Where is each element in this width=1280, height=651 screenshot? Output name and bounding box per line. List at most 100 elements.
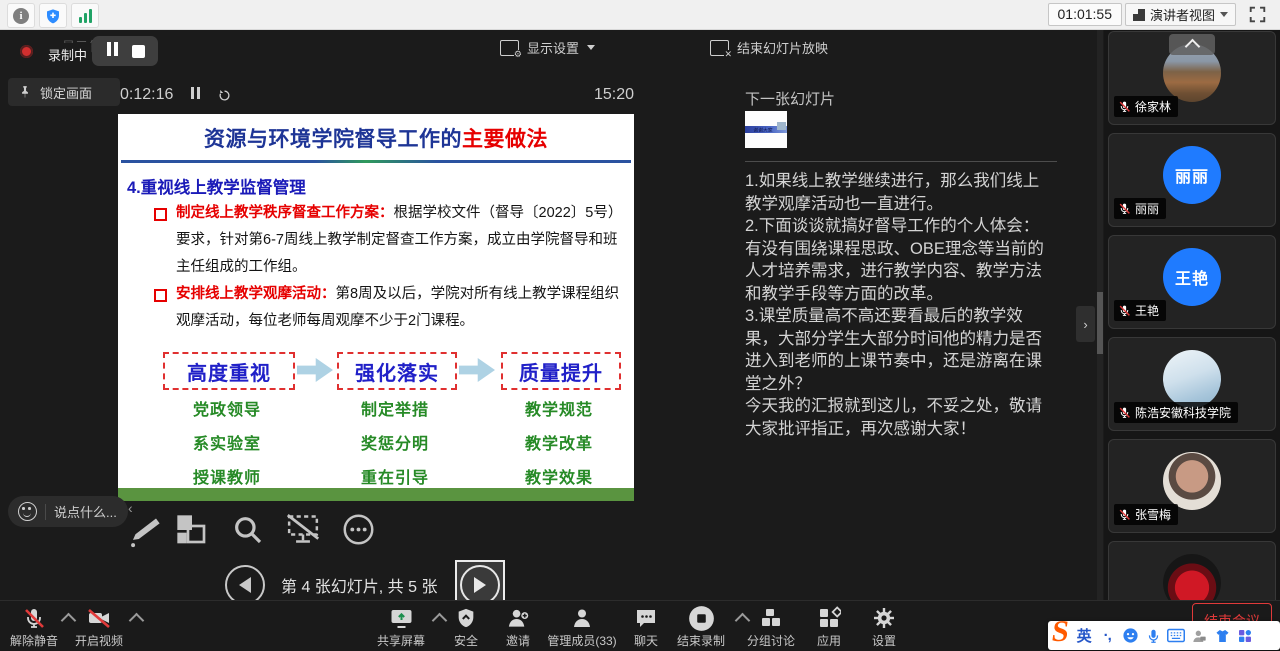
- meeting-duration: 01:01:55: [1048, 3, 1123, 26]
- column-text: 奖惩分明: [330, 430, 460, 454]
- view-mode-dropdown[interactable]: 演讲者视图: [1125, 3, 1236, 26]
- mic-muted-icon: [1118, 508, 1131, 521]
- next-slide-thumbnail[interactable]: 谢谢大家: [745, 111, 787, 148]
- zoom-tool-button[interactable]: [232, 514, 264, 551]
- slide-section-heading: 4.重视线上教学监督管理: [127, 174, 306, 198]
- slide-title: 资源与环境学院督导工作的主要做法: [118, 123, 634, 153]
- shield-icon[interactable]: [39, 3, 67, 28]
- slide-position-text: 第 4 张幻灯片, 共 5 张: [281, 573, 437, 597]
- stop-record-icon: [688, 605, 715, 631]
- column-text: 系实验室: [162, 430, 292, 454]
- members-icon: [570, 605, 594, 631]
- end-slideshow-button[interactable]: ✕ 结束幻灯片放映: [710, 38, 828, 57]
- recording-controls: [92, 36, 158, 66]
- collapse-panel-handle[interactable]: ›: [1076, 306, 1095, 342]
- ime-language-toggle[interactable]: 英: [1073, 625, 1096, 647]
- next-slide-button[interactable]: [460, 565, 500, 605]
- mic-muted-icon: [1118, 406, 1131, 419]
- display-settings-icon: ⚙: [500, 40, 519, 56]
- timer-pause-button[interactable]: [189, 86, 201, 104]
- settings-gear-icon: [872, 605, 896, 631]
- mic-muted-icon: [1118, 304, 1131, 317]
- notes-scrollbar-thumb[interactable]: [1097, 292, 1103, 354]
- settings-button[interactable]: 设置: [839, 605, 929, 649]
- bullet-item: 安排线上教学观摩活动：第8周及以后，学院对所有线上教学课程组织观摩活动，每位老师…: [154, 281, 624, 335]
- share-screen-icon: [389, 605, 414, 631]
- camera-off-icon: [86, 605, 112, 631]
- ime-voice-icon[interactable]: [1142, 625, 1165, 647]
- recording-status: 录制中: [44, 43, 91, 66]
- arrow-right-icon: [459, 358, 495, 382]
- ime-emoji-icon[interactable]: [1119, 625, 1142, 647]
- signal-icon[interactable]: [71, 3, 99, 28]
- bullet-square-icon: [154, 289, 167, 302]
- chevron-down-icon: [587, 45, 595, 50]
- column-text: 党政领导: [162, 396, 292, 420]
- participant-tile[interactable]: 陈浩安徽科技学院: [1108, 337, 1276, 431]
- fullscreen-icon[interactable]: [1249, 6, 1266, 28]
- bullet-item: 制定线上教学秩序督查工作方案：根据学校文件（督导〔2022〕5号）要求，针对第6…: [154, 200, 624, 281]
- bullet-square-icon: [154, 208, 167, 221]
- mic-muted-icon: [1118, 100, 1131, 113]
- slide-thumbnails-button[interactable]: [176, 514, 208, 551]
- mic-muted-icon: [22, 605, 46, 631]
- start-video-button[interactable]: 开启视频: [54, 605, 144, 649]
- display-settings-button[interactable]: ⚙ 显示设置: [500, 38, 595, 57]
- thumbnail-image-chip: [777, 122, 786, 130]
- keyword-box-2: 强化落实: [337, 352, 457, 390]
- note-paragraph: 今天我的汇报就到这儿，不妥之处，敬请大家批评指正，再次感谢大家！: [745, 395, 1051, 440]
- participant-name-tag: 丽丽: [1114, 198, 1166, 219]
- avatar: [1163, 452, 1221, 510]
- collapse-videos-button[interactable]: [1169, 34, 1215, 55]
- slide-bullets: 制定线上教学秩序督查工作方案：根据学校文件（督导〔2022〕5号）要求，针对第6…: [154, 200, 624, 335]
- system-bar: i 01:01:55 演讲者视图: [0, 0, 1280, 30]
- info-icon[interactable]: i: [7, 3, 35, 28]
- chat-bubble-icon: [634, 605, 658, 631]
- presentation-timer: 0:12:16: [120, 86, 232, 104]
- sogou-logo-icon[interactable]: S: [1050, 619, 1070, 645]
- ime-skin-icon[interactable]: [1211, 625, 1234, 647]
- ime-account-icon[interactable]: [1188, 625, 1211, 647]
- ime-keyboard-icon[interactable]: [1165, 625, 1188, 647]
- chevron-down-icon: [1220, 12, 1228, 17]
- column-text: 教学效果: [494, 464, 624, 488]
- breakout-icon: [759, 605, 783, 631]
- chevron-up-icon: [1184, 39, 1200, 55]
- column-text: 教学规范: [494, 396, 624, 420]
- end-slideshow-icon: ✕: [710, 40, 729, 56]
- participant-tile[interactable]: 丽丽 丽丽: [1108, 133, 1276, 227]
- ime-punctuation-icon[interactable]: ·,: [1096, 625, 1119, 647]
- slide-footer-bar: [118, 488, 634, 501]
- invite-person-icon: [506, 605, 531, 631]
- timer-restart-icon[interactable]: [217, 88, 232, 103]
- view-mode-label: 演讲者视图: [1150, 5, 1215, 24]
- hide-slideshow-button[interactable]: [285, 512, 321, 551]
- column-text: 制定举措: [330, 396, 460, 420]
- previous-slide-button[interactable]: [225, 565, 265, 605]
- participant-tile[interactable]: 王艳 王艳: [1108, 235, 1276, 329]
- note-paragraph: 3.课堂质量高不高还要看最后的教学效果，大部分学生大部分时间他的精力是否进入到老…: [745, 305, 1051, 395]
- emoji-icon[interactable]: [18, 502, 37, 521]
- thumbnail-text: 谢谢大家: [753, 126, 772, 133]
- recording-dot-icon: [20, 45, 33, 58]
- note-paragraph: 2.下面谈谈就搞好督导工作的个人体会：有没有围绕课程思政、OBE理念等当前的人才…: [745, 215, 1051, 305]
- note-paragraph: 1.如果线上教学继续进行，那么我们线上教学观摩活动也一直进行。: [745, 170, 1051, 215]
- participant-tile[interactable]: 张雪梅: [1108, 439, 1276, 533]
- notes-divider: [745, 161, 1057, 162]
- chat-input[interactable]: 说点什么...: [54, 502, 117, 521]
- ime-toolbox-icon[interactable]: [1234, 625, 1257, 647]
- pause-recording-button[interactable]: [105, 42, 119, 61]
- stop-recording-button[interactable]: [132, 45, 145, 58]
- more-options-button[interactable]: [342, 513, 375, 551]
- pen-tool-button[interactable]: [126, 512, 160, 555]
- pin-screen-button[interactable]: 锁定画面: [8, 78, 120, 106]
- participant-tile[interactable]: 徐家林: [1108, 31, 1276, 125]
- speaker-view-icon: [1133, 9, 1145, 21]
- quick-chat-bar[interactable]: 说点什么...: [8, 496, 128, 527]
- slide-canvas: 资源与环境学院督导工作的主要做法 4.重视线上教学监督管理 制定线上教学秩序督查…: [118, 114, 634, 501]
- avatar: 丽丽: [1163, 146, 1221, 204]
- participant-name-tag: 陈浩安徽科技学院: [1114, 402, 1238, 423]
- record-bar: 录制中 ⚙ 显示设置 ✕ 结束幻灯片放映: [0, 30, 1106, 72]
- keyword-box-3: 质量提升: [501, 352, 621, 390]
- divider: [45, 504, 46, 520]
